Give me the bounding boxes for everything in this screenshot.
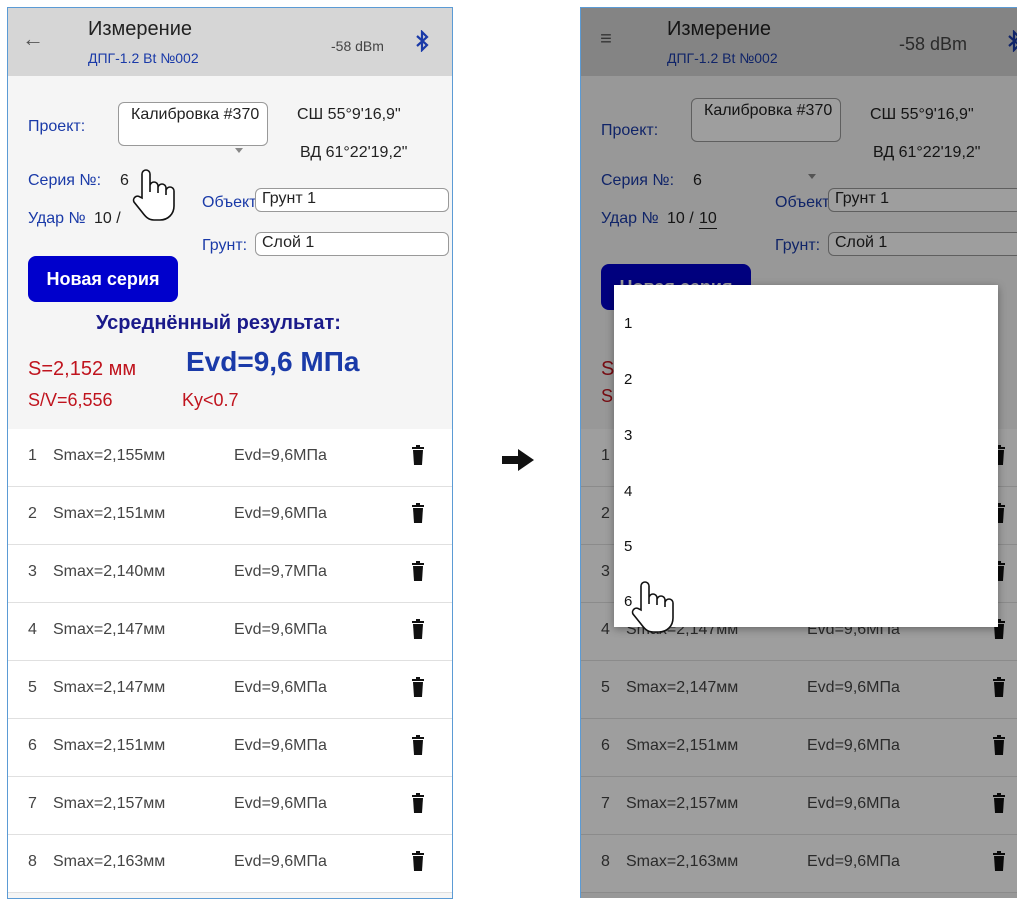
series-label: Серия №: xyxy=(28,172,102,189)
hand-cursor-icon xyxy=(631,581,674,633)
right-screen: ≡ Измерение ДПГ-1.2 Bt №002 -58 dBm Прое… xyxy=(580,7,1017,898)
hit-value: 10 / xyxy=(94,210,121,227)
series-dropdown-arrow-icon[interactable] xyxy=(235,148,243,153)
list-item: 3 Smax=2,140мм Evd=9,7МПа xyxy=(8,545,452,603)
project-label: Проект: xyxy=(28,118,86,135)
signal-strength: -58 dBm xyxy=(331,38,384,54)
arrow-right-icon xyxy=(502,449,534,471)
new-series-button[interactable]: Новая серия xyxy=(28,256,178,302)
list-item: 8 Smax=2,163мм Evd=9,6МПа xyxy=(8,835,452,893)
list-item: 6 Smax=2,151мм Evd=9,6МПа xyxy=(8,719,452,777)
bluetooth-icon[interactable] xyxy=(414,30,430,52)
trash-icon[interactable] xyxy=(412,735,424,755)
list-item: 4 Smax=2,147мм Evd=9,6МПа xyxy=(8,603,452,661)
trash-icon[interactable] xyxy=(412,503,424,523)
measurement-list: 1 Smax=2,155мм Evd=9,6МПа 2 Smax=2,151мм Evd… xyxy=(8,429,452,893)
dropdown-option[interactable]: 1 xyxy=(624,315,632,332)
back-arrow-icon[interactable]: ← xyxy=(22,28,44,50)
soil-label: Грунт: xyxy=(202,237,248,254)
ky-result: Ky<0.7 xyxy=(182,390,239,410)
screen-title: Измерение xyxy=(88,18,193,40)
left-screen: ← Измерение ДПГ-1.2 Bt №002 -58 dBm Прое… xyxy=(7,7,453,899)
trash-icon[interactable] xyxy=(412,793,424,813)
hand-cursor-icon xyxy=(132,169,175,221)
device-subtitle: ДПГ-1.2 Bt №002 xyxy=(88,50,199,66)
trash-icon[interactable] xyxy=(412,561,424,581)
measurement-form: Проект: Калибровка #370 СШ 55°9'16,9" ВД… xyxy=(8,76,452,420)
sv-result: S/V=6,556 xyxy=(28,390,113,410)
dropdown-option[interactable]: 4 xyxy=(624,483,632,500)
trash-icon[interactable] xyxy=(412,677,424,697)
app-bar: ← Измерение ДПГ-1.2 Bt №002 -58 dBm xyxy=(8,8,452,76)
evd-result: Evd=9,6 МПа xyxy=(186,346,360,377)
series-dropdown-menu: 1 2 3 4 5 6 xyxy=(614,285,998,627)
hit-label: Удар № xyxy=(28,210,86,227)
s-result: S=2,152 мм xyxy=(28,358,137,380)
project-field[interactable]: Калибровка #370 xyxy=(118,102,268,146)
list-item: 5 Smax=2,147мм Evd=9,6МПа xyxy=(8,661,452,719)
list-item: 7 Smax=2,157мм Evd=9,6МПа xyxy=(8,777,452,835)
trash-icon[interactable] xyxy=(412,851,424,871)
list-item: 1 Smax=2,155мм Evd=9,6МПа xyxy=(8,429,452,487)
object-label: Объект: xyxy=(202,194,261,211)
latitude: СШ 55°9'16,9" xyxy=(297,106,401,123)
soil-field[interactable]: Слой 1 xyxy=(255,232,449,256)
object-field[interactable]: Грунт 1 xyxy=(255,188,449,212)
average-result-title: Усреднённый результат: xyxy=(96,312,341,334)
trash-icon[interactable] xyxy=(412,445,424,465)
list-item: 2 Smax=2,151мм Evd=9,6МПа xyxy=(8,487,452,545)
series-select[interactable]: 6 xyxy=(120,172,129,190)
dropdown-option[interactable]: 2 xyxy=(624,371,632,388)
dropdown-option[interactable]: 3 xyxy=(624,427,632,444)
longitude: ВД 61°22'19,2" xyxy=(300,144,408,161)
trash-icon[interactable] xyxy=(412,619,424,639)
dropdown-option[interactable]: 5 xyxy=(624,538,632,555)
